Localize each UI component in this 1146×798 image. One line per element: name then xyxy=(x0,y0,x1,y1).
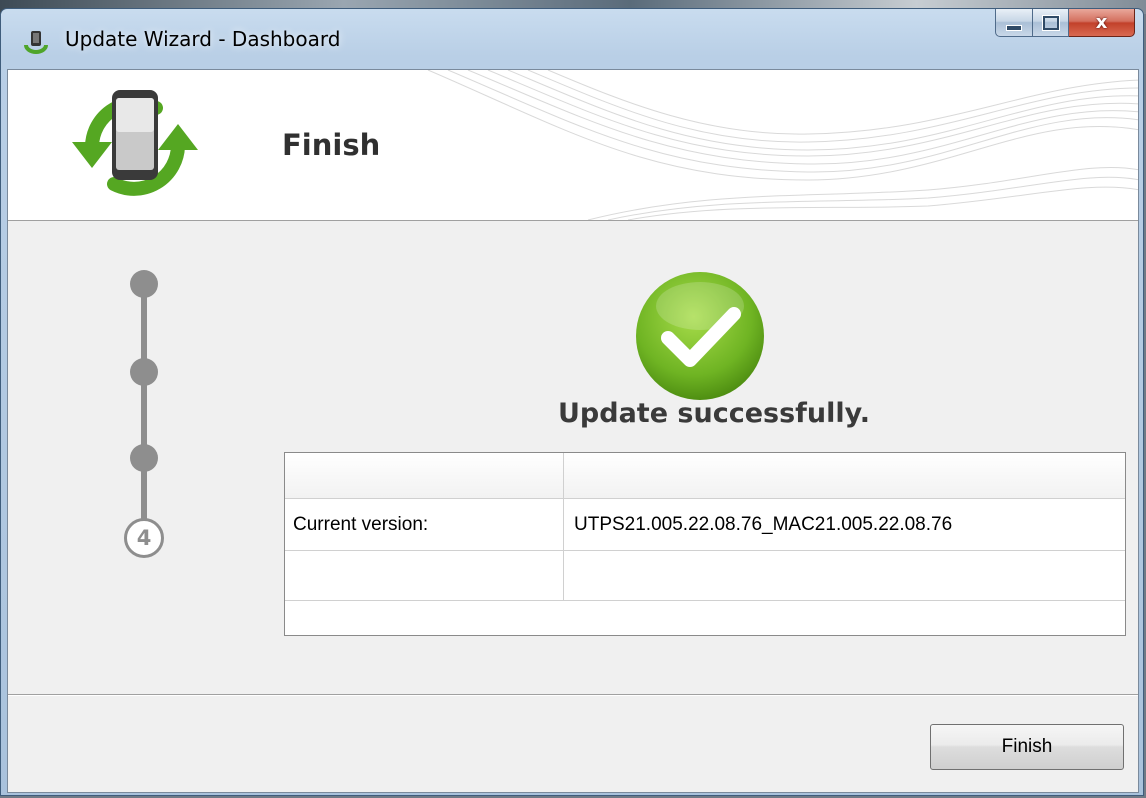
maximize-icon xyxy=(1042,15,1059,30)
minimize-icon xyxy=(1006,24,1022,31)
step-indicator: 4 xyxy=(124,270,164,560)
wizard-window: Update Wizard - Dashboard x Finish 4 Upd… xyxy=(0,8,1144,796)
wizard-client-area: Finish 4 Update successfully. Current ve… xyxy=(7,69,1139,793)
row-label: Current version: xyxy=(285,499,564,550)
close-button[interactable]: x xyxy=(1069,9,1135,37)
version-table: Current version: UTPS21.005.22.08.76_MAC… xyxy=(284,452,1126,636)
status-message: Update successfully. xyxy=(557,398,871,429)
page-title: Finish xyxy=(282,128,381,162)
footer-divider xyxy=(8,694,1138,696)
maximize-button[interactable] xyxy=(1033,9,1069,37)
table-header-cell xyxy=(564,453,1125,498)
step-current: 4 xyxy=(124,518,164,558)
table-header-cell xyxy=(285,453,564,498)
window-controls: x xyxy=(995,9,1135,39)
table-row[interactable]: Current version: UTPS21.005.22.08.76_MAC… xyxy=(285,499,1125,551)
title-bar[interactable]: Update Wizard - Dashboard x xyxy=(1,9,1143,69)
phone-update-icon xyxy=(24,31,48,54)
step-1-dot xyxy=(130,270,158,298)
row-label xyxy=(285,551,564,600)
finish-button[interactable]: Finish xyxy=(930,724,1124,770)
current-version-value: UTPS21.005.22.08.76_MAC21.005.22.08.76 xyxy=(574,513,953,535)
phone-sync-icon xyxy=(72,90,198,196)
close-icon: x xyxy=(1095,12,1108,33)
row-value xyxy=(564,551,1125,600)
step-3-dot xyxy=(130,444,158,472)
checkmark-icon xyxy=(636,272,764,400)
header-wave-decoration xyxy=(427,70,1138,220)
window-title: Update Wizard - Dashboard xyxy=(65,27,341,51)
step-2-dot xyxy=(130,358,158,386)
minimize-button[interactable] xyxy=(995,9,1033,37)
table-row[interactable] xyxy=(285,551,1125,601)
step-connector xyxy=(141,284,147,520)
wizard-header: Finish xyxy=(8,70,1138,221)
table-header-row xyxy=(285,453,1125,499)
